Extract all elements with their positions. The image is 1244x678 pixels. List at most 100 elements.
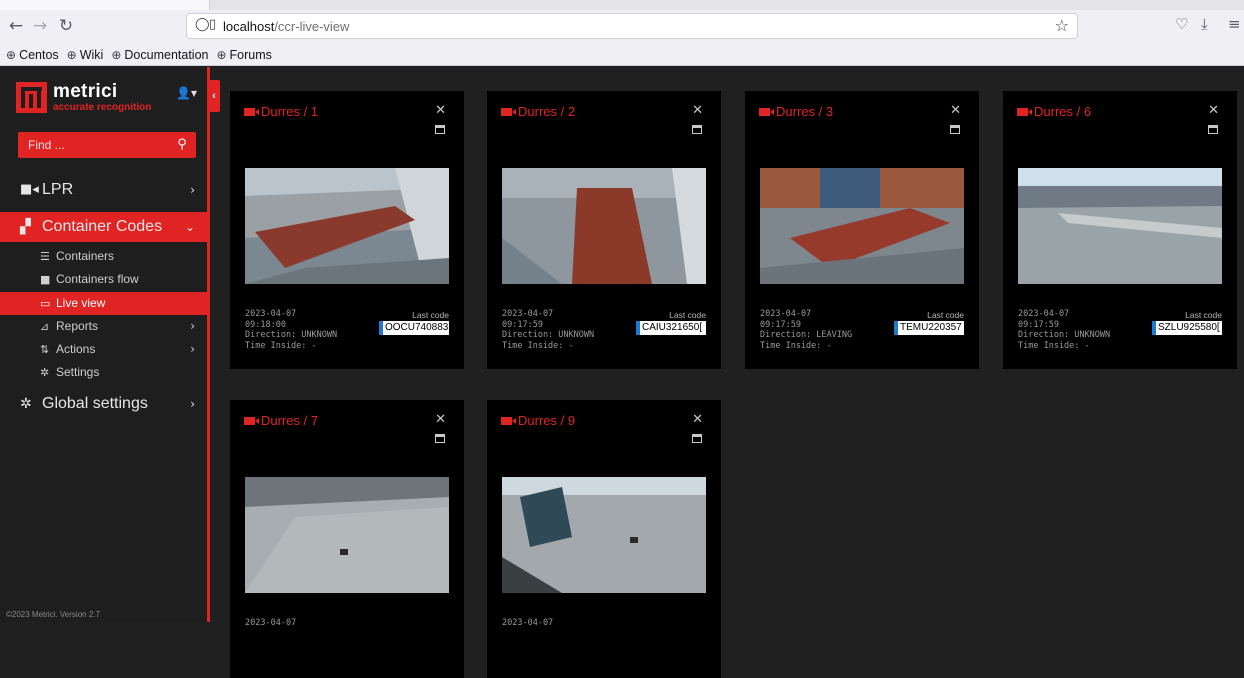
camera-card: Durres / 7 ✕ 2023-04-07: [230, 400, 464, 678]
gears-icon: ✲: [20, 396, 32, 412]
chevron-right-icon: ›: [190, 397, 195, 411]
bookmark-forums[interactable]: ⊕ Forums: [216, 46, 271, 64]
sidebar-item-containers-flow[interactable]: ■ Containers flow: [0, 268, 207, 291]
sidebar-item-containers[interactable]: ☰ Containers: [0, 245, 207, 268]
sidebar-item-lpr[interactable]: ■◂ LPR ›: [0, 175, 207, 205]
forward-icon[interactable]: →: [30, 16, 50, 36]
chevron-right-icon: ›: [190, 183, 195, 197]
globe-icon: ⊕: [6, 48, 17, 62]
chevron-down-icon: ⌄: [184, 220, 195, 234]
camera-title: Durres / 3: [759, 104, 833, 119]
camera-meta: 2023-04-07: [245, 618, 297, 628]
video-camera-icon: [244, 416, 259, 425]
address-bar[interactable]: ◯ ▯ localhost/ccr-live-view ☆: [186, 13, 1078, 39]
camera-card: Durres / 9 ✕ 2023-04-07: [487, 400, 721, 678]
close-icon[interactable]: ✕: [692, 103, 703, 118]
camera-feed: [502, 477, 706, 593]
video-camera-icon: ■: [40, 273, 51, 286]
last-code-label: Last code: [669, 310, 706, 320]
search-input[interactable]: [18, 132, 168, 158]
window-icon[interactable]: [692, 434, 702, 443]
video-camera-icon: ■◂: [20, 182, 39, 197]
camera-feed: [760, 168, 964, 284]
cubes-icon: ▞: [20, 219, 31, 235]
sidebar-item-container-codes[interactable]: ▞ Container Codes ⌄: [0, 212, 207, 242]
arrows-icon: ⇅: [40, 343, 50, 356]
window-icon[interactable]: [435, 434, 445, 443]
video-camera-icon: [501, 416, 516, 425]
window-icon[interactable]: [950, 125, 960, 134]
video-camera-icon: [244, 107, 259, 116]
window-icon[interactable]: [1208, 125, 1218, 134]
camera-feed: [502, 168, 706, 284]
last-code-value: SZLU925580[: [1152, 321, 1222, 335]
chart-icon: ⊿: [40, 320, 50, 333]
camera-title: Durres / 9: [501, 413, 575, 428]
brand-tagline: accurate recognition: [53, 102, 152, 113]
camera-title: Durres / 1: [244, 104, 318, 119]
pocket-icon[interactable]: ♡: [1175, 15, 1188, 33]
last-code-label: Last code: [927, 310, 964, 320]
sidebar-toggle-icon[interactable]: ‹: [208, 80, 220, 112]
sidebar-item-reports[interactable]: ⊿ Reports ›: [0, 315, 207, 338]
camera-feed: [245, 477, 449, 593]
close-icon[interactable]: ✕: [435, 103, 446, 118]
video-camera-icon: [759, 107, 774, 116]
camera-card: Durres / 3 ✕ 2023-04-07 09:17:59 Directi…: [745, 91, 979, 369]
bookmark-centos[interactable]: ⊕ Centos: [6, 46, 59, 64]
bookmarks-bar: ⊕ Centos ⊕ Wiki ⊕ Documentation ⊕ Forums: [6, 46, 272, 64]
sidebar-item-global-settings[interactable]: ✲ Global settings ›: [0, 389, 207, 419]
camera-meta: 2023-04-07: [502, 618, 554, 628]
sidebar-item-live-view[interactable]: ▭ Live view: [0, 292, 207, 315]
last-code-value: TEMU220357: [894, 321, 964, 335]
camera-meta: 2023-04-07 09:17:59 Direction: UNKNOWN T…: [502, 309, 595, 351]
last-code-label: Last code: [412, 310, 449, 320]
gear-icon: ✲: [40, 366, 50, 379]
search-icon[interactable]: ⚲: [168, 132, 196, 158]
search-box: ⚲: [18, 132, 196, 158]
sidebar: metrici accurate recognition 👤▾ ⚲ ■◂ LPR…: [0, 67, 207, 622]
last-code-value: CAIU321650[: [636, 321, 706, 335]
url-text[interactable]: localhost/ccr-live-view: [223, 19, 349, 34]
active-tab[interactable]: [0, 0, 210, 10]
close-icon[interactable]: ✕: [950, 103, 961, 118]
bookmark-wiki[interactable]: ⊕ Wiki: [67, 46, 104, 64]
camera-feed: [245, 168, 449, 284]
close-icon[interactable]: ✕: [692, 412, 703, 427]
camera-meta: 2023-04-07 09:18:00 Direction: UNKNOWN T…: [245, 309, 338, 351]
page-icon: ▯: [209, 17, 217, 32]
camera-card: Durres / 2 ✕ 2023-04-07 09:17:59 Directi…: [487, 91, 721, 369]
camera-card: Durres / 1 ✕ 2023-04-07 09:18:00 Directi…: [230, 91, 464, 369]
menu-icon[interactable]: ≡: [1228, 15, 1241, 33]
window-icon[interactable]: [692, 125, 702, 134]
chevron-right-icon: ›: [190, 319, 195, 333]
window-icon[interactable]: [435, 125, 445, 134]
globe-icon: ⊕: [111, 48, 122, 62]
footer-copyright: ©2023 Metrici. Version 2.7: [6, 610, 100, 619]
bookmark-documentation[interactable]: ⊕ Documentation: [111, 46, 208, 64]
bookmark-star-icon[interactable]: ☆: [1055, 16, 1069, 35]
download-icon[interactable]: ⤓: [1201, 15, 1208, 33]
tab-strip: [0, 0, 1244, 10]
reload-icon[interactable]: ↻: [56, 16, 76, 36]
camera-title: Durres / 2: [501, 104, 575, 119]
last-code-value: OOCU740883: [379, 321, 449, 335]
video-camera-icon: [501, 107, 516, 116]
browser-chrome: ← → ↻ ◯ ▯ localhost/ccr-live-view ☆ ♡ ⤓ …: [0, 0, 1244, 66]
close-icon[interactable]: ✕: [1208, 103, 1219, 118]
user-menu-icon[interactable]: 👤▾: [176, 86, 197, 100]
sidebar-item-settings[interactable]: ✲ Settings: [0, 361, 207, 384]
camera-meta: 2023-04-07 09:17:59 Direction: LEAVING T…: [760, 309, 853, 351]
camera-feed: [1018, 168, 1222, 284]
back-icon[interactable]: ←: [6, 16, 26, 36]
list-icon: ☰: [40, 250, 50, 263]
sidebar-divider: [207, 67, 210, 622]
close-icon[interactable]: ✕: [435, 412, 446, 427]
shield-icon[interactable]: ◯: [195, 17, 210, 32]
video-camera-icon: [1017, 107, 1032, 116]
logo: metrici accurate recognition: [16, 81, 176, 114]
camera-meta: 2023-04-07 09:17:59 Direction: UNKNOWN T…: [1018, 309, 1111, 351]
sidebar-item-actions[interactable]: ⇅ Actions ›: [0, 338, 207, 361]
globe-icon: ⊕: [66, 48, 77, 62]
last-code-label: Last code: [1185, 310, 1222, 320]
